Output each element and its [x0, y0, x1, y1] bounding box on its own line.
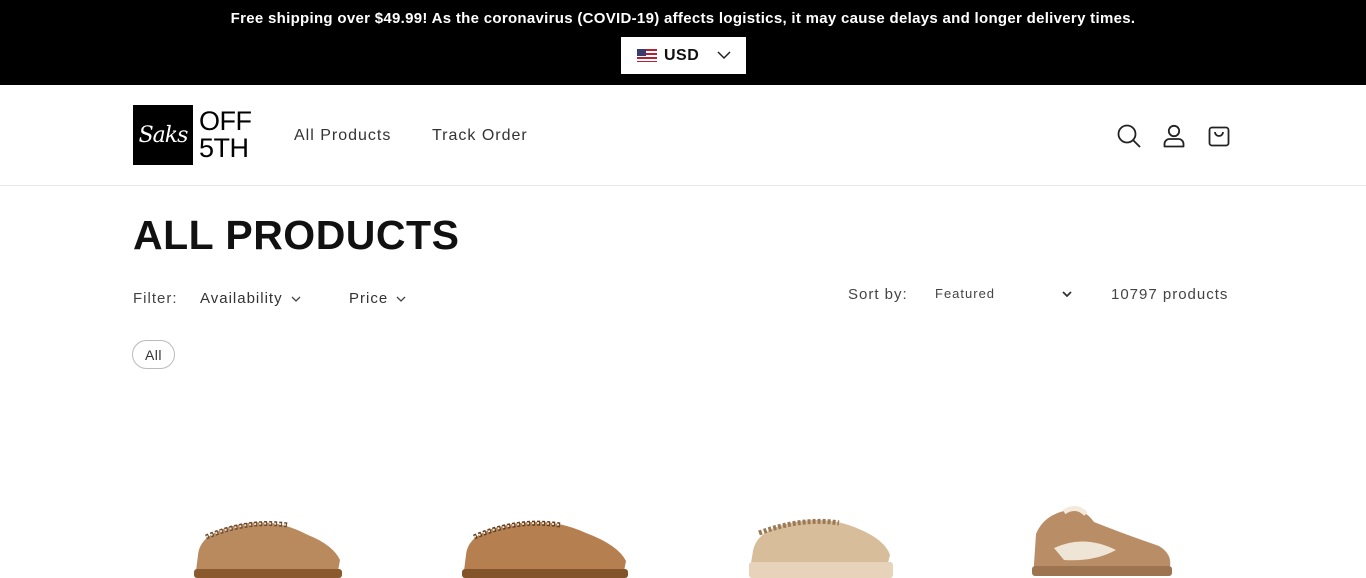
product-card[interactable]: [133, 470, 383, 578]
nav-track-order[interactable]: Track Order: [432, 127, 528, 145]
product-card[interactable]: [667, 470, 917, 578]
filter-label: Filter:: [133, 290, 178, 307]
filter-price[interactable]: Price: [349, 290, 406, 307]
search-icon[interactable]: [1116, 123, 1142, 149]
chevron-down-icon: [1062, 291, 1072, 298]
product-image: [462, 520, 628, 578]
site-header: Saks OFF 5TH All Products Track Order: [0, 85, 1366, 186]
account-icon[interactable]: [1161, 123, 1187, 149]
product-card[interactable]: [934, 470, 1184, 578]
logo-line-1: OFF: [199, 106, 252, 136]
product-image: [1032, 506, 1172, 576]
filter-availability-label: Availability: [200, 290, 283, 307]
active-filter-pill[interactable]: All: [132, 340, 175, 369]
product-card[interactable]: [400, 470, 650, 578]
currency-selector[interactable]: USD: [621, 37, 746, 74]
announcement-text: Free shipping over $49.99! As the corona…: [230, 10, 1136, 27]
site-logo[interactable]: Saks OFF 5TH: [133, 105, 258, 165]
chevron-down-icon: [396, 296, 406, 302]
cart-icon[interactable]: [1206, 123, 1232, 149]
chevron-down-icon: [717, 51, 731, 60]
product-count: 10797 products: [1111, 286, 1229, 303]
filter-price-label: Price: [349, 290, 389, 307]
filter-availability[interactable]: Availability: [200, 290, 301, 307]
logo-line-2: 5TH: [199, 133, 249, 163]
product-image: [749, 518, 893, 578]
product-image: [194, 521, 342, 578]
logo-mark: Saks: [133, 105, 193, 165]
page-title: ALL PRODUCTS: [133, 212, 460, 258]
us-flag-icon: [637, 49, 657, 62]
sort-value: Featured: [935, 286, 996, 301]
currency-label: USD: [664, 46, 700, 64]
sort-label: Sort by:: [848, 286, 908, 303]
logo-wordmark: OFF 5TH: [199, 105, 252, 165]
nav-all-products[interactable]: All Products: [294, 127, 391, 145]
announcement-bar: Free shipping over $49.99! As the corona…: [0, 0, 1366, 85]
sort-select[interactable]: Featured: [935, 286, 1075, 306]
chevron-down-icon: [291, 296, 301, 302]
